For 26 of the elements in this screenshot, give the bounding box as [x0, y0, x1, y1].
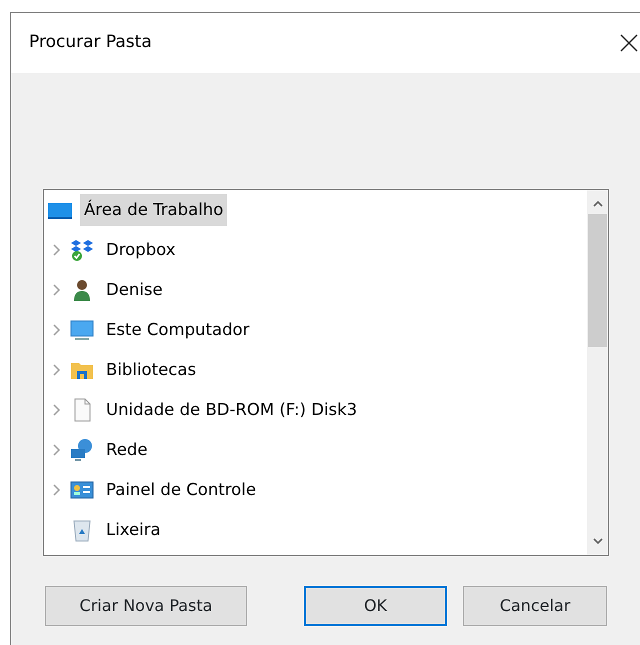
scrollbar-thumb[interactable]	[588, 214, 607, 347]
tree-item[interactable]: Este Computador	[102, 314, 254, 346]
expand-chevron-icon[interactable]	[53, 404, 61, 416]
window-title: Procurar Pasta	[29, 31, 152, 54]
tree-item[interactable]: Bibliotecas	[102, 354, 200, 386]
ok-button[interactable]: OK	[304, 586, 447, 626]
expand-chevron-icon[interactable]	[53, 244, 61, 256]
tree-item[interactable]: Lixeira	[102, 514, 165, 546]
tree-item[interactable]: Denise	[102, 274, 167, 306]
network-icon	[70, 438, 94, 462]
expand-chevron-icon[interactable]	[53, 364, 61, 376]
new-folder-button[interactable]: Criar Nova Pasta	[45, 586, 247, 626]
expand-chevron-icon[interactable]	[53, 484, 61, 496]
close-icon[interactable]	[620, 34, 638, 52]
expand-chevron-icon[interactable]	[53, 444, 61, 456]
tree-item[interactable]: Unidade de BD-ROM (F:) Disk3	[102, 394, 362, 426]
monitor-icon	[70, 318, 94, 342]
tree-item[interactable]: Dropbox	[102, 234, 180, 266]
tree-item[interactable]: Área de Trabalho	[80, 194, 228, 226]
dropbox-icon	[70, 238, 94, 262]
expand-chevron-icon[interactable]	[53, 284, 61, 296]
expand-chevron-icon[interactable]	[53, 324, 61, 336]
tree-item[interactable]: Rede	[102, 434, 152, 466]
scrollbar[interactable]	[587, 190, 608, 555]
cancel-button[interactable]: Cancelar	[463, 586, 607, 626]
tree-item[interactable]: Painel de Controle	[102, 474, 260, 506]
